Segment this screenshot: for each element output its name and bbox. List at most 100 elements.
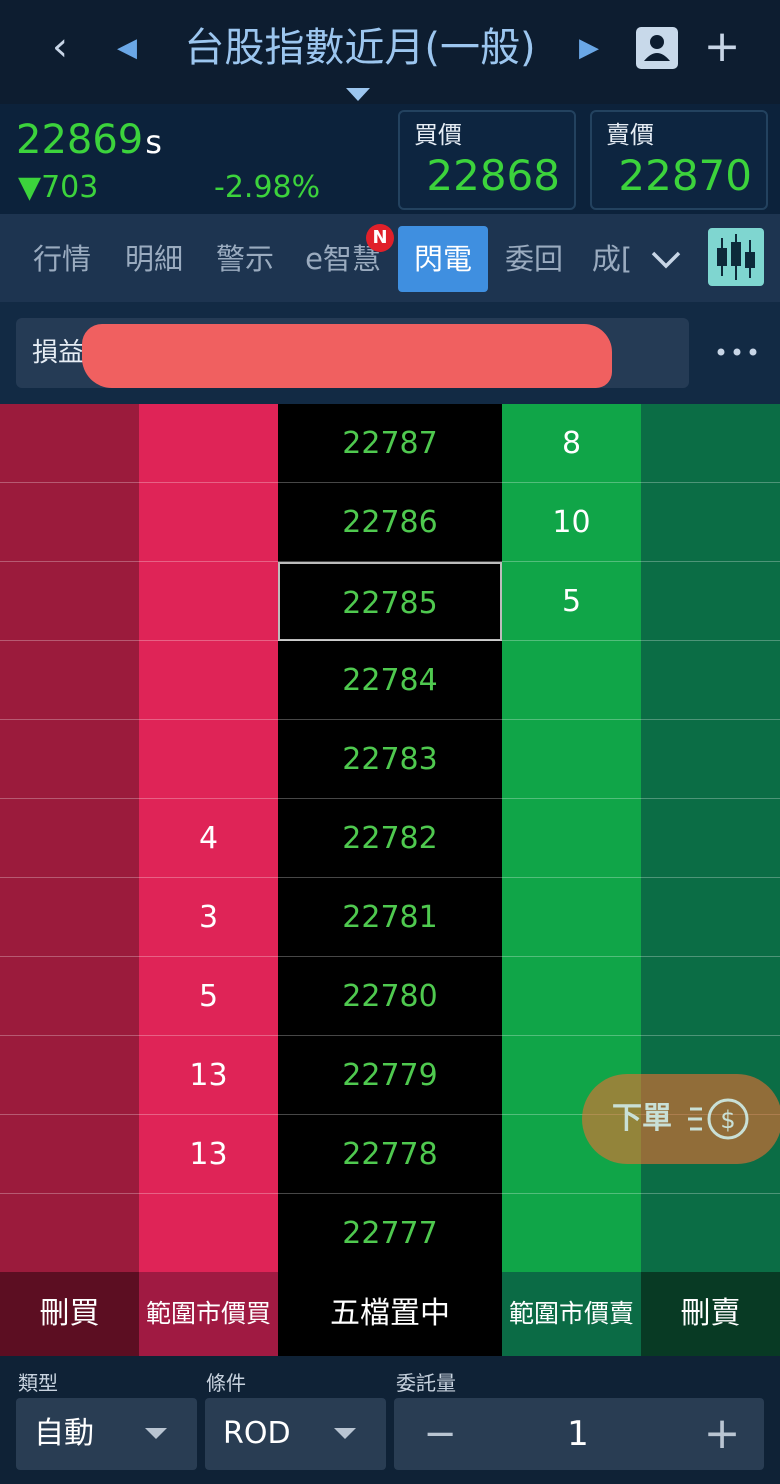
bid-quantity-cell[interactable]: 5 [139,957,278,1036]
back-icon[interactable]: ‹ [40,22,80,72]
price-cell-selected[interactable]: 22785 [278,562,502,641]
decrease-quantity-button[interactable]: − [420,1398,460,1470]
caret-down-icon[interactable] [346,88,370,102]
top-bar: ‹ ◀ 台股指數近月(一般) ▶ + [0,0,780,104]
last-price-suffix: s [145,123,162,161]
center-five-levels-button[interactable]: 五檔置中 [278,1272,502,1356]
action-bar: 刪買 範圍市價買 五檔置中 範圍市價賣 刪賣 [0,1272,780,1356]
flash-order-screen: ‹ ◀ 台股指數近月(一般) ▶ + 22869s ▼703 -2.98% 買價… [0,0,780,1484]
ladder-row: 22777 [0,1194,780,1273]
ask-quantity-cell[interactable]: 10 [502,483,641,562]
condition-label: 條件 [206,1371,246,1395]
increase-quantity-button[interactable]: + [702,1398,742,1470]
ladder-row: 3 22781 [0,878,780,957]
pnl-area: 損益 [0,302,780,404]
type-label: 類型 [18,1371,58,1395]
ask-quantity-cell[interactable] [502,641,641,720]
range-market-buy-button[interactable]: 範圍市價買 [139,1272,278,1356]
pnl-bar[interactable]: 損益 [16,318,689,388]
condition-value: ROD [223,1416,291,1451]
price-cell[interactable]: 22777 [278,1194,502,1273]
range-market-sell-button[interactable]: 範圍市價賣 [502,1272,641,1356]
chevron-down-icon[interactable] [646,236,686,282]
price-cell[interactable]: 22778 [278,1115,502,1194]
quantity-label: 委託量 [396,1371,456,1395]
bid-quantity-cell[interactable]: 4 [139,799,278,878]
quantity-value[interactable]: 1 [544,1398,612,1470]
ladder-row: 22787 8 [0,404,780,483]
tab-bar: 行情 明細 警示 e智慧 N 閃電 委回 成[ [0,214,780,302]
ask-price-value: 22870 [618,151,752,200]
bid-quantity-cell[interactable] [139,641,278,720]
tab-order-report[interactable]: 委回 [496,226,572,292]
bid-quantity-cell[interactable]: 13 [139,1036,278,1115]
quote-panel: 22869s ▼703 -2.98% 買價 22868 賣價 22870 [0,104,780,214]
bid-price-value: 22868 [426,151,560,200]
last-price-value: 22869 [16,117,144,163]
person-icon[interactable] [636,27,678,69]
ladder-row: 5 22780 [0,957,780,1036]
symbol-title[interactable]: 台股指數近月(一般) [150,18,570,78]
price-cell[interactable]: 22781 [278,878,502,957]
bid-quantity-cell[interactable] [139,404,278,483]
price-cell[interactable]: 22783 [278,720,502,799]
previous-symbol-icon[interactable]: ◀ [112,26,142,70]
ask-price-box[interactable]: 賣價 22870 [590,110,768,210]
price-cell[interactable]: 22787 [278,404,502,483]
dropdown-arrow-icon [334,1428,356,1439]
ask-quantity-cell[interactable] [502,1194,641,1273]
order-form: 類型 自動 條件 ROD 委託量 − 1 + [0,1356,780,1484]
tab-alert[interactable]: 警示 [203,226,287,292]
price-change: ▼703 [18,170,99,205]
price-change-percent: -2.98% [214,170,321,205]
ladder-row: 22783 [0,720,780,799]
tab-flash[interactable]: 閃電 [398,226,488,292]
bid-price-box[interactable]: 買價 22868 [398,110,576,210]
more-options-icon[interactable] [714,332,760,372]
tab-e-smart[interactable]: e智慧 N [296,224,394,292]
ask-quantity-cell[interactable]: 5 [502,562,641,641]
type-select[interactable]: 自動 [16,1398,197,1470]
bid-quantity-cell[interactable] [139,720,278,799]
candlestick-chart-icon[interactable] [708,228,764,286]
ladder-row: 22784 [0,641,780,720]
pnl-label: 損益 [32,338,85,368]
price-cell[interactable]: 22780 [278,957,502,1036]
new-badge: N [366,224,394,252]
place-order-button[interactable]: 下單 $ [582,1074,780,1164]
delete-sell-button[interactable]: 刪賣 [641,1272,780,1356]
bid-quantity-cell[interactable] [139,483,278,562]
ladder-row: 22785 5 [0,562,780,641]
add-icon[interactable]: + [700,22,744,72]
dollar-speed-icon: $ [688,1098,749,1140]
tab-detail[interactable]: 明細 [112,226,196,292]
price-cell[interactable]: 22784 [278,641,502,720]
delete-buy-button[interactable]: 刪買 [0,1272,139,1356]
place-order-label: 下單 [612,1101,672,1136]
price-cell[interactable]: 22786 [278,483,502,562]
next-symbol-icon[interactable]: ▶ [574,26,604,70]
ask-quantity-cell[interactable] [502,957,641,1036]
bid-quantity-cell[interactable] [139,562,278,641]
last-price: 22869s [16,114,162,166]
price-cell[interactable]: 22782 [278,799,502,878]
ladder-row: 4 22782 [0,799,780,878]
ask-quantity-cell[interactable] [502,799,641,878]
bid-quantity-cell[interactable] [139,1194,278,1273]
bid-quantity-cell[interactable]: 13 [139,1115,278,1194]
condition-select[interactable]: ROD [205,1398,386,1470]
bid-quantity-cell[interactable]: 3 [139,878,278,957]
ask-quantity-cell[interactable]: 8 [502,404,641,483]
ask-quantity-cell[interactable] [502,720,641,799]
ask-quantity-cell[interactable] [502,878,641,957]
redaction-mark [82,324,612,388]
type-value: 自動 [34,1416,94,1451]
ladder-row: 22786 10 [0,483,780,562]
tab-filled[interactable]: 成[ [584,226,640,292]
dropdown-arrow-icon [145,1428,167,1439]
bid-price-label: 買價 [414,121,462,149]
tab-quote[interactable]: 行情 [20,226,104,292]
ask-price-label: 賣價 [606,121,654,149]
svg-text:$: $ [720,1106,735,1134]
price-cell[interactable]: 22779 [278,1036,502,1115]
